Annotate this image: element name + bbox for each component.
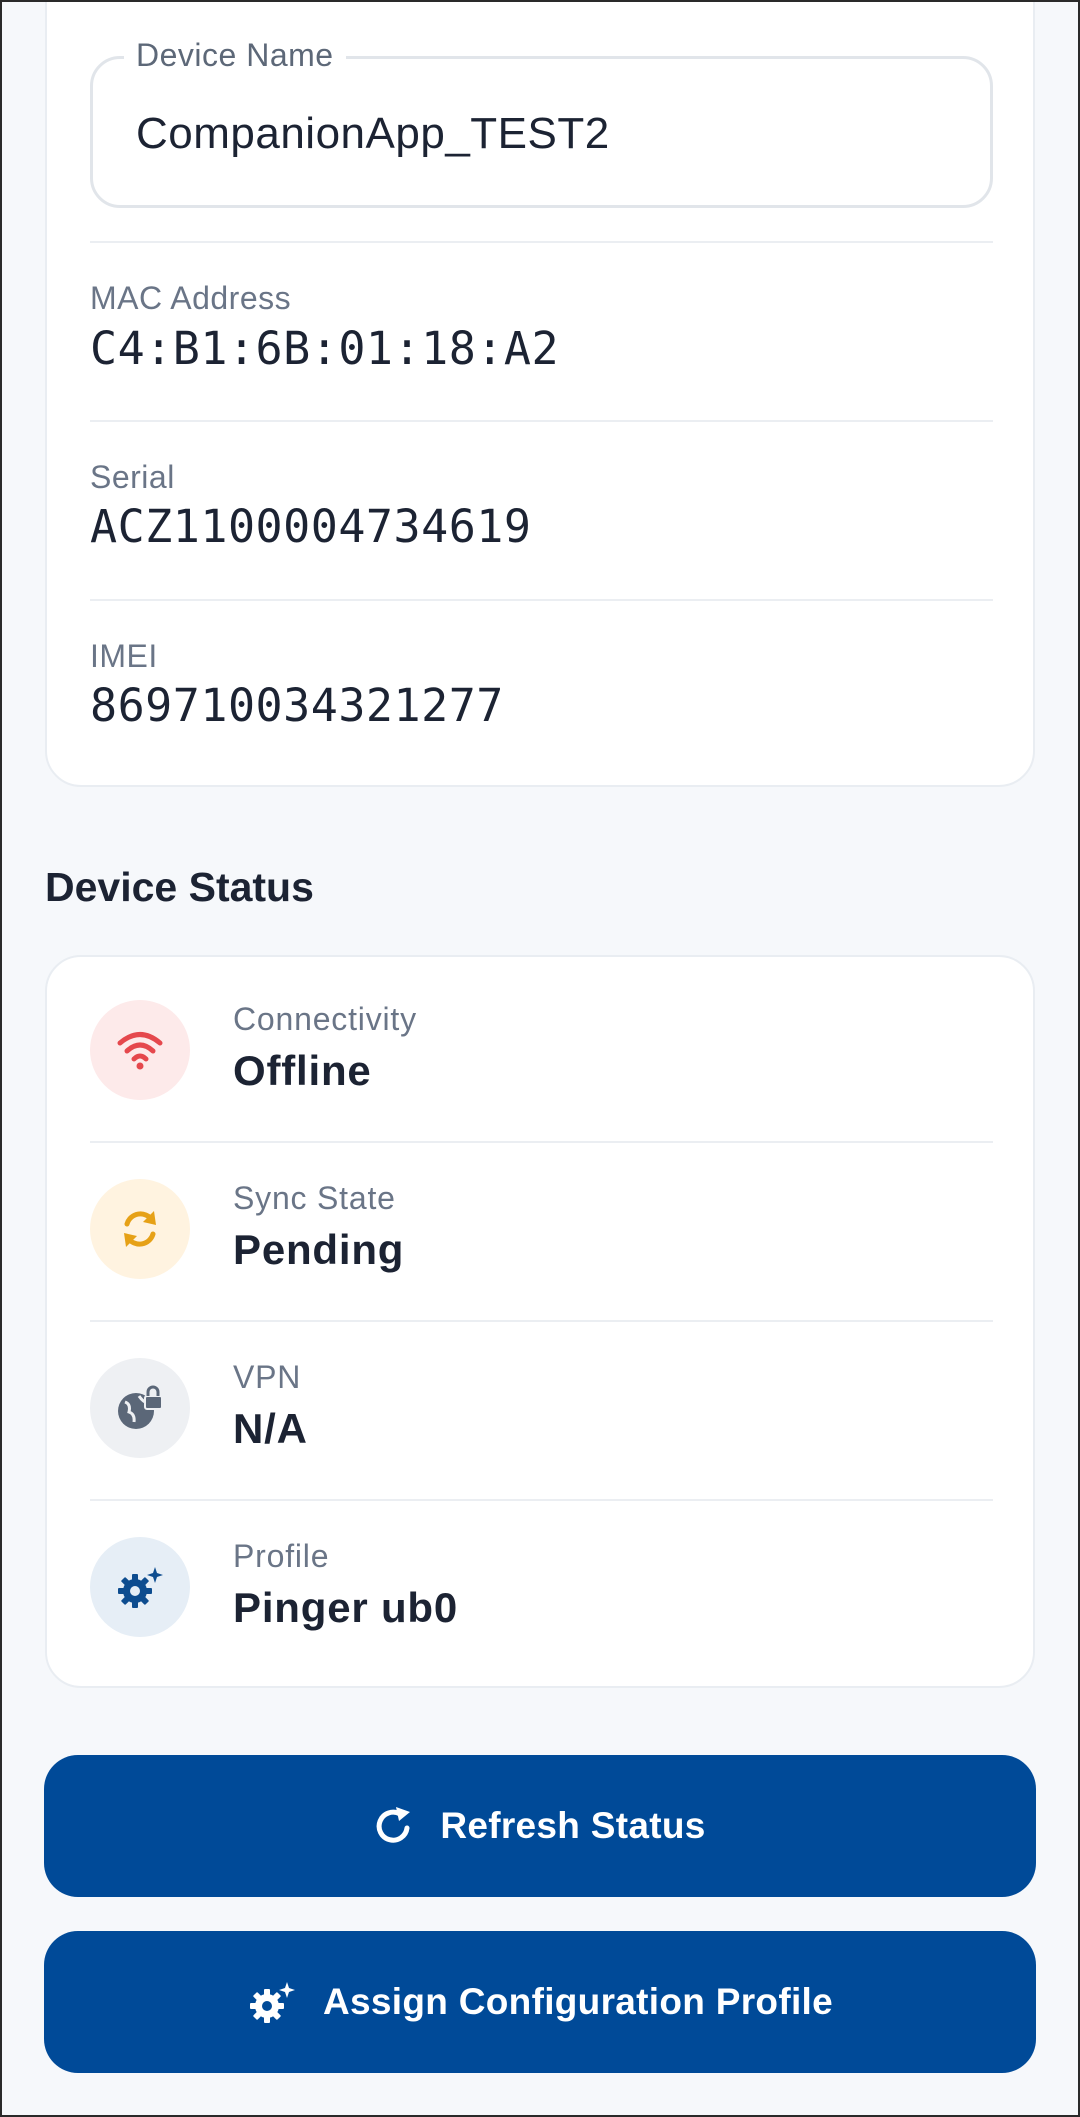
profile-label: Profile [233, 1538, 330, 1574]
device-status-title: Device Status [45, 864, 314, 910]
refresh-status-label: Refresh Status [440, 1805, 706, 1846]
profile-value: Pinger ub0 [233, 1584, 459, 1631]
device-status-card: Connectivity Offline Sync State Pending [45, 955, 1035, 1688]
assign-configuration-profile-label: Assign Configuration Profile [323, 1981, 833, 2022]
mac-address-label: MAC Address [90, 280, 292, 316]
sync-state-value: Pending [233, 1226, 405, 1273]
assign-configuration-profile-button[interactable]: Assign Configuration Profile [44, 1931, 1036, 2073]
mac-address-value: C4:B1:6B:01:18:A2 [90, 322, 560, 375]
connectivity-label: Connectivity [233, 1001, 417, 1037]
device-name-input[interactable]: CompanionApp_TEST2 [136, 109, 610, 159]
sync-icon [90, 1179, 190, 1279]
status-row-connectivity: Connectivity Offline [47, 957, 1037, 1135]
imei-value: 869710034321277 [90, 679, 504, 732]
refresh-status-button[interactable]: Refresh Status [44, 1755, 1036, 1897]
serial-value: ACZ1100004734619 [90, 500, 532, 553]
status-row-vpn: VPN N/A [47, 1315, 1037, 1493]
vpn-label: VPN [233, 1359, 302, 1395]
connectivity-value: Offline [233, 1047, 372, 1094]
gear-sparkle-icon [90, 1537, 190, 1637]
serial-label: Serial [90, 459, 175, 495]
globe-lock-icon [90, 1358, 190, 1458]
sync-state-label: Sync State [233, 1180, 396, 1216]
gear-sparkle-icon [247, 1978, 297, 2026]
device-name-field[interactable]: Device Name CompanionApp_TEST2 [90, 37, 993, 208]
status-row-sync-state: Sync State Pending [47, 1136, 1037, 1314]
refresh-icon [374, 1806, 414, 1846]
device-name-label: Device Name [124, 37, 346, 74]
vpn-value: N/A [233, 1405, 308, 1452]
status-row-profile: Profile Pinger ub0 [47, 1494, 1037, 1672]
divider [90, 599, 993, 601]
divider [90, 241, 993, 243]
imei-label: IMEI [90, 638, 158, 674]
divider [90, 420, 993, 422]
wifi-icon [90, 1000, 190, 1100]
device-info-card: Device Name CompanionApp_TEST2 MAC Addre… [45, 0, 1035, 787]
